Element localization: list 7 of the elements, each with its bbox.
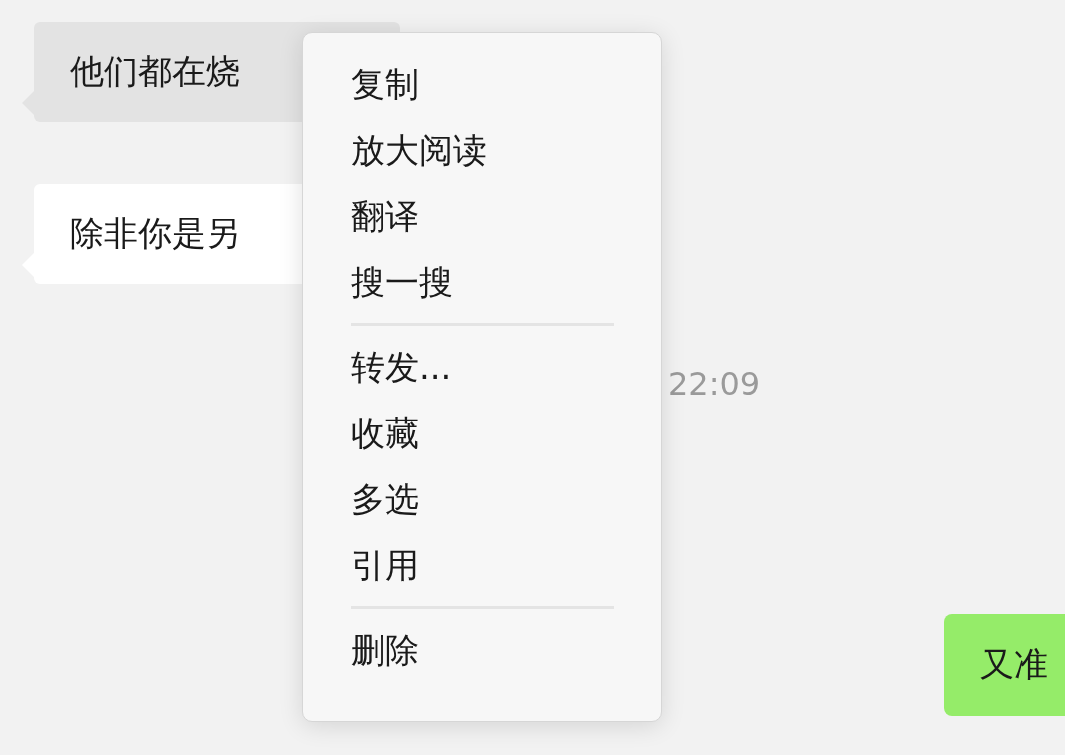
message-bubble: 又准 [944, 614, 1065, 716]
menu-item[interactable]: 转发... [351, 334, 452, 400]
timestamp: 22:09 [668, 364, 762, 404]
menu-item[interactable]: 多选 [351, 466, 419, 532]
menu-item[interactable]: 收藏 [351, 400, 419, 466]
menu-item[interactable]: 删除 [351, 617, 419, 683]
menu-item[interactable]: 引用 [351, 532, 419, 598]
